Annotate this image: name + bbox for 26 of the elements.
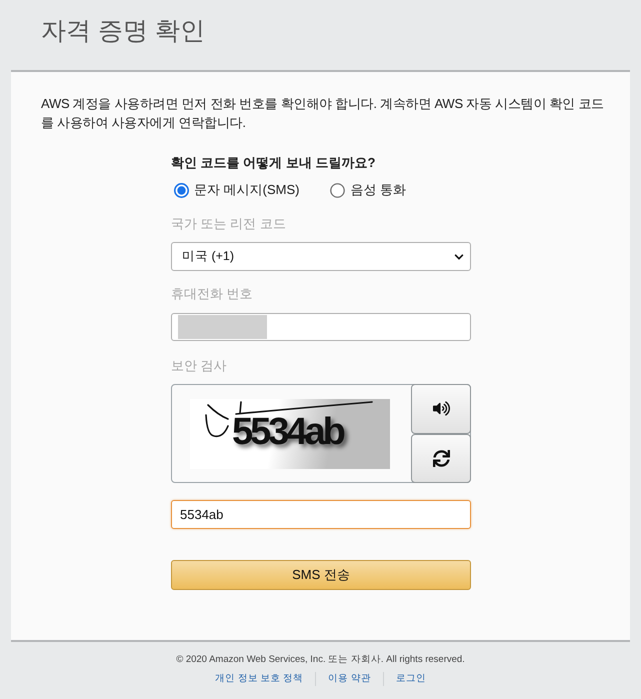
audio-button[interactable] — [411, 384, 471, 434]
question-text: 확인 코드를 어떻게 보내 드릴까요? — [171, 155, 376, 171]
refresh-icon — [432, 450, 450, 467]
phone-field[interactable] — [171, 313, 471, 341]
field-label: 휴대전화 번호 — [171, 286, 253, 302]
chevron-down-icon — [454, 252, 464, 262]
tick-stroke — [239, 401, 242, 414]
refresh-button[interactable] — [411, 434, 471, 483]
captcha-text: 5534ab — [232, 417, 343, 447]
radio-option[interactable]: 음성 통화 — [327, 182, 406, 198]
radio-option[interactable]: 문자 메시지(SMS) — [171, 182, 300, 198]
footer-link[interactable]: 개인 정보 보호 정책 — [203, 672, 316, 686]
footer-link[interactable]: 이용 약관 — [315, 672, 383, 686]
radio-icon[interactable] — [174, 182, 189, 198]
captcha-answer-field[interactable]: 5534ab — [171, 500, 471, 529]
hook-stroke — [205, 404, 229, 438]
speaker-icon — [432, 400, 450, 418]
country-select[interactable]: 미국 (+1) — [171, 242, 471, 271]
sms-send-button[interactable]: SMS 전송 — [171, 560, 471, 590]
copyright-text: © 2020 Amazon Web Services, Inc. 또는 자회사. All rights reserved. — [176, 653, 465, 667]
intro-text: AWS 계정을 사용하려면 먼저 전화 번호를 확인해야 합니다. 계속하면 AWS 자동 시스템이 확인 코드를 사용하여 사용자에게 연락합니다. — [41, 95, 605, 132]
page-title: 자격 증명 확인 — [41, 16, 205, 47]
field-label: 보안 검사 — [171, 358, 227, 374]
footer-link[interactable]: 로그인 — [382, 672, 438, 686]
radio-icon[interactable] — [330, 182, 346, 198]
field-label: 국가 또는 리전 코드 — [171, 216, 286, 232]
